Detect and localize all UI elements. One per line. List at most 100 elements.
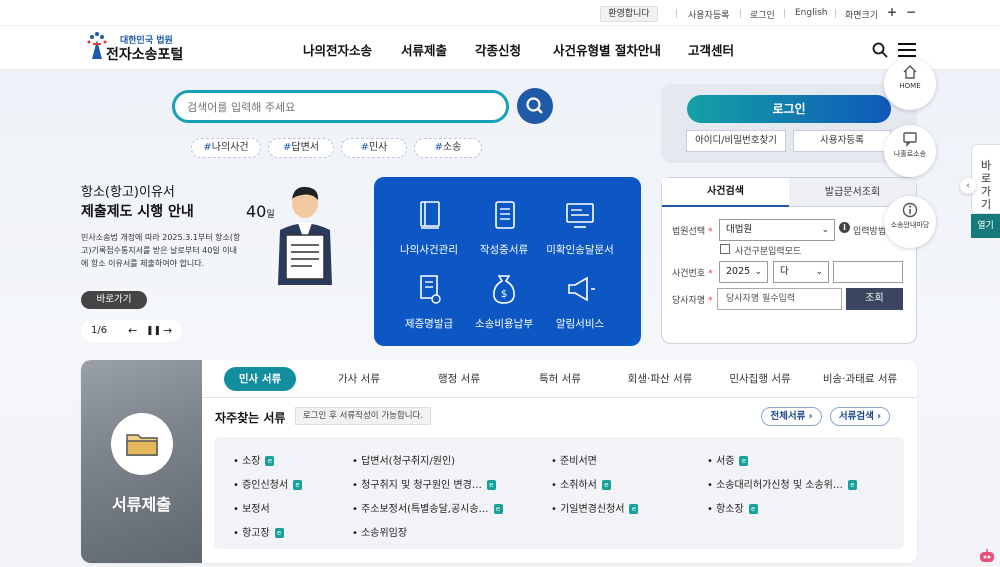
e-form-icon: e: [739, 456, 749, 466]
case-mode-checkbox[interactable]: [720, 244, 730, 254]
case-number-input[interactable]: [833, 261, 903, 283]
book-icon: [420, 201, 440, 229]
divider: [784, 9, 785, 18]
document-search-button[interactable]: 서류검색 ›: [830, 407, 890, 426]
lawyer-illustration: [278, 186, 332, 285]
login-link[interactable]: 로그인: [750, 8, 775, 21]
court-select[interactable]: 대법원 ⌄: [719, 219, 835, 241]
tab-admin-docs[interactable]: 행정 서류: [426, 367, 492, 391]
input-method-link[interactable]: 입력방법: [853, 224, 886, 237]
e-form-icon: e: [486, 480, 496, 490]
list-item[interactable]: • 답변서(청구취지/원인): [352, 452, 455, 467]
chat-icon: [903, 132, 917, 147]
list-item[interactable]: • 항소장 e: [707, 500, 758, 515]
search-button[interactable]: [517, 88, 553, 124]
banner-description: 민사소송법 개정에 따라 2025.3.1부터 항소(항고)기록접수통지서를 받…: [81, 233, 241, 268]
divider: [676, 9, 677, 18]
list-item[interactable]: • 서증 e: [707, 452, 749, 467]
menu-icon[interactable]: [898, 43, 916, 57]
nav-applications[interactable]: 각종신청: [475, 40, 521, 59]
list-item[interactable]: • 소송대리허가신청 및 소송위… e: [707, 476, 877, 491]
court-label: 법원선택 *: [672, 227, 713, 237]
quick-my-case[interactable]: 나의사건관리: [386, 198, 472, 257]
svg-text:$: $: [501, 289, 507, 300]
nav-customer-center[interactable]: 고객센터: [688, 40, 734, 59]
quick-draft-documents[interactable]: 작성중서류: [461, 198, 547, 257]
pause-icon[interactable]: ❚❚: [146, 320, 161, 342]
year-select[interactable]: 2025 ⌄: [719, 261, 768, 283]
tab-nonlitigation-docs[interactable]: 비송·과태료 서류: [814, 367, 906, 391]
list-item[interactable]: • 보정서: [233, 500, 270, 515]
shortcut-side-tab[interactable]: 바로가기: [971, 144, 1000, 214]
list-item[interactable]: • 기일변경신청서 e: [551, 500, 639, 515]
register-link[interactable]: 사용자등록: [688, 8, 729, 21]
tag-answer[interactable]: #답변서: [268, 138, 334, 158]
tab-civil-docs[interactable]: 민사 서류: [224, 367, 296, 391]
prev-arrow-icon[interactable]: ←: [128, 320, 137, 342]
list-item[interactable]: • 소취하서 e: [551, 476, 611, 491]
query-button[interactable]: 조회: [846, 288, 903, 310]
tab-case-search[interactable]: 사건검색: [662, 178, 789, 207]
float-guide-button[interactable]: 소송안내마당: [884, 196, 936, 248]
tag-civil[interactable]: #민사: [341, 138, 407, 158]
quick-notification[interactable]: 알림서비스: [537, 272, 623, 331]
quick-certificate[interactable]: 제증명발급: [386, 272, 472, 331]
divider: [202, 397, 917, 398]
e-form-icon: e: [601, 480, 611, 490]
banner-headline: 제출제도 시행 안내: [81, 204, 194, 220]
tab-family-docs[interactable]: 가사 서류: [326, 367, 392, 391]
font-increase-button[interactable]: +: [887, 5, 897, 19]
find-id-password-button[interactable]: 아이디/비밀번호찾기: [686, 130, 786, 152]
e-form-icon: e: [748, 504, 758, 514]
chevron-left-icon[interactable]: ‹: [960, 178, 976, 194]
quick-litigation-fee[interactable]: $ 소송비용납부: [461, 272, 547, 331]
folder-icon: [111, 413, 173, 475]
tab-patent-docs[interactable]: 특허 서류: [527, 367, 593, 391]
list-item[interactable]: • 소송위임장: [352, 524, 407, 539]
user-register-button[interactable]: 사용자등록: [793, 130, 891, 152]
list-item[interactable]: • 준비서면: [551, 452, 597, 467]
english-link[interactable]: English: [795, 8, 828, 18]
megaphone-icon: [568, 276, 595, 302]
list-item[interactable]: • 증인신청서 e: [233, 476, 303, 491]
next-arrow-icon[interactable]: →: [163, 320, 172, 342]
float-home-button[interactable]: HOME: [884, 58, 936, 110]
side-open-button[interactable]: 열기: [971, 214, 1000, 238]
nav-my-case[interactable]: 나의전자소송: [303, 40, 372, 59]
float-self-litigation-button[interactable]: 나홀로소송: [884, 125, 936, 177]
list-item[interactable]: • 소장 e: [233, 452, 275, 467]
font-size-label: 화면크기: [845, 11, 879, 21]
court-emblem-icon[interactable]: [86, 31, 108, 61]
list-item[interactable]: • 청구취지 및 청구원인 변경… e: [352, 476, 496, 491]
list-item[interactable]: • 항고장 e: [233, 524, 284, 539]
case-number-label: 사건번호 *: [672, 269, 713, 279]
nav-document-submit[interactable]: 서류제출: [401, 40, 447, 59]
case-mode-label: 사건구분입력모드: [735, 247, 802, 257]
e-form-icon: e: [274, 528, 284, 538]
search-box: [172, 90, 509, 123]
money-bag-icon: $: [493, 275, 515, 304]
case-type-select[interactable]: 다 ⌄: [773, 261, 829, 283]
logo-title[interactable]: 전자소송포털: [106, 44, 183, 64]
login-button[interactable]: 로그인: [687, 95, 891, 123]
banner-page-number: 1/6: [91, 325, 108, 336]
party-name-input[interactable]: 당사자명 필수입력: [717, 288, 842, 310]
all-documents-button[interactable]: 전체서류 ›: [761, 407, 822, 426]
home-icon: [903, 65, 917, 79]
welcome-badge: 환영합니다: [600, 6, 658, 22]
banner-go-button[interactable]: 바로가기: [81, 291, 147, 309]
divider: [740, 9, 741, 18]
frequent-documents-title: 자주찾는 서류: [215, 411, 286, 425]
info-icon[interactable]: i: [839, 222, 850, 233]
tab-execution-docs[interactable]: 민사집행 서류: [721, 367, 799, 391]
search-icon[interactable]: [872, 42, 888, 58]
quick-unread-documents[interactable]: 미확인송달문서: [537, 198, 623, 257]
nav-procedure-guide[interactable]: 사건유형별 절차안내: [553, 40, 661, 59]
search-input[interactable]: [187, 98, 487, 116]
tag-lawsuit[interactable]: #소송: [414, 138, 482, 158]
tag-my-case[interactable]: #나의사건: [191, 138, 261, 158]
chatbot-icon[interactable]: [978, 548, 996, 564]
list-item[interactable]: • 주소보정서(특별송달,공시송… e: [352, 500, 503, 515]
tab-bankruptcy-docs[interactable]: 회생·파산 서류: [617, 367, 703, 391]
font-decrease-button[interactable]: −: [906, 5, 916, 19]
